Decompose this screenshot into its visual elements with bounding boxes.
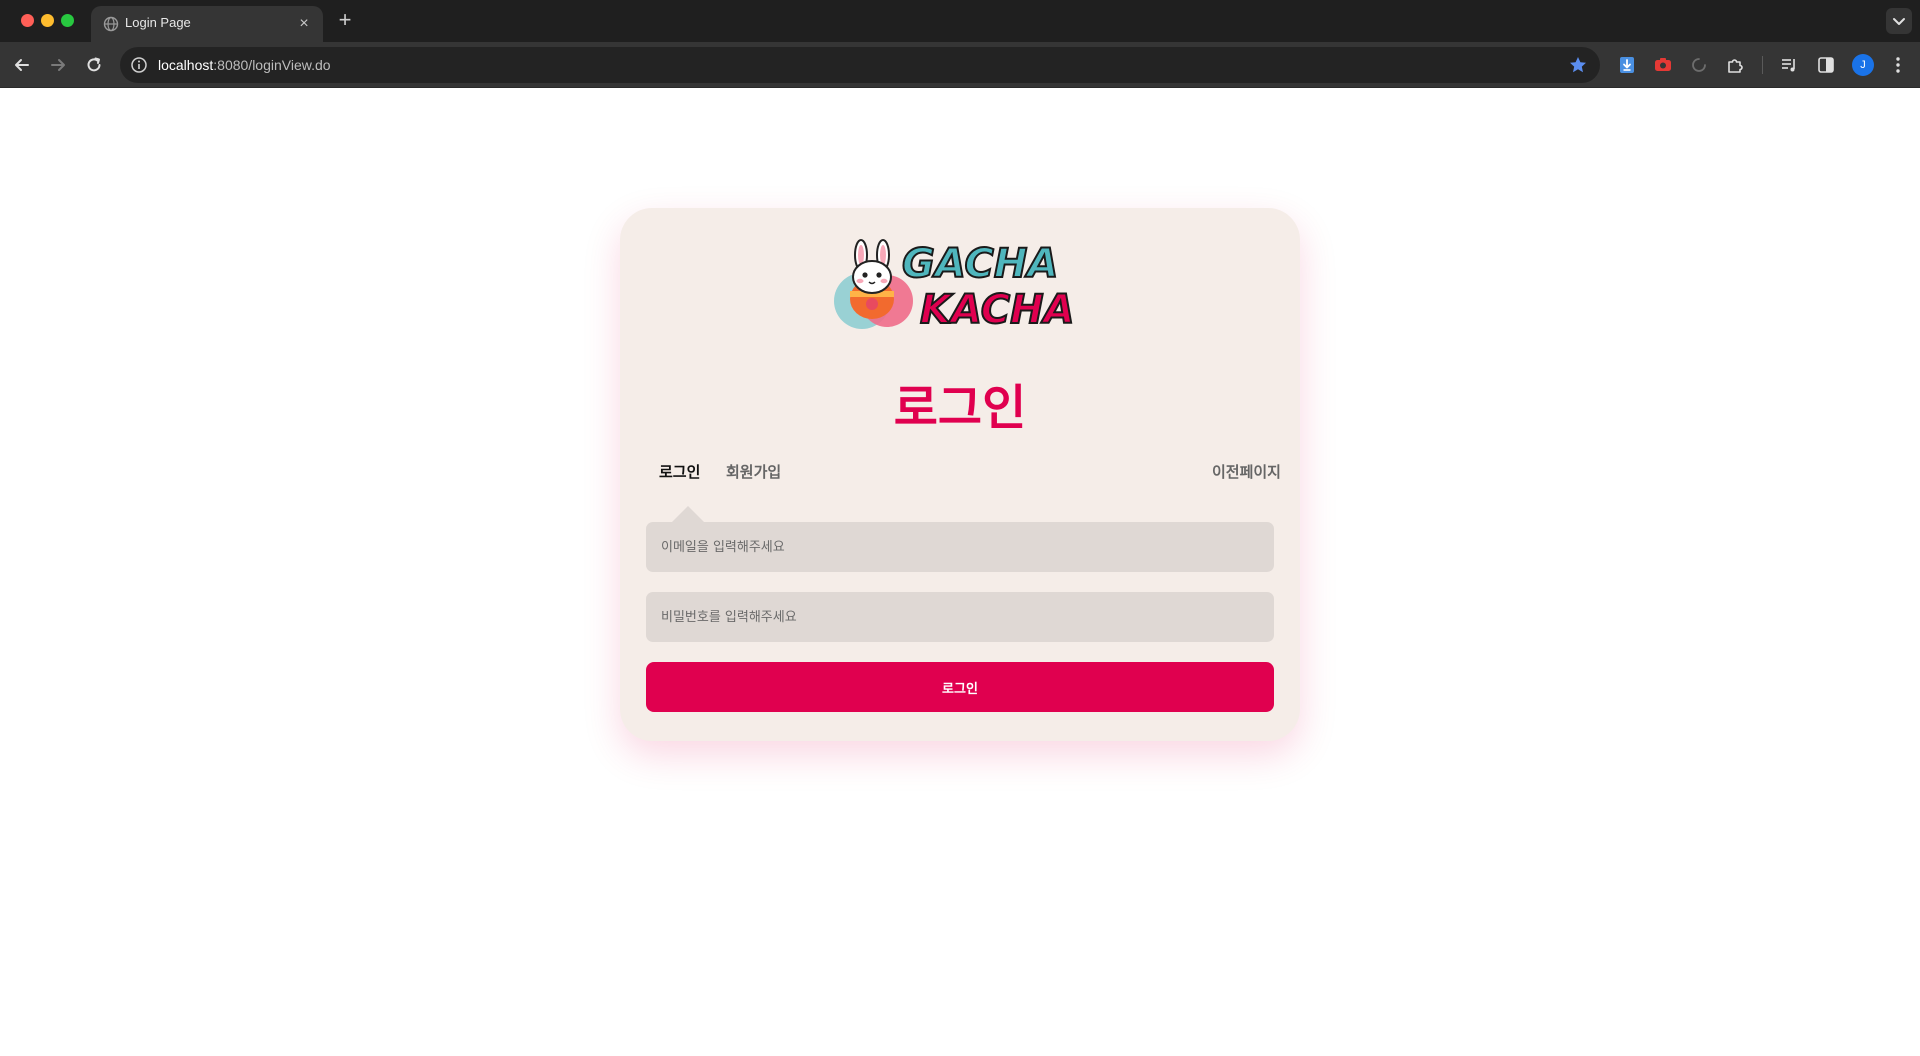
site-info-icon[interactable] <box>130 56 148 74</box>
browser-tab-bar: Login Page × + <box>0 0 1920 42</box>
password-field[interactable] <box>646 592 1274 642</box>
reload-icon[interactable] <box>83 54 105 76</box>
chevron-down-icon <box>1893 18 1905 25</box>
loading-spinner-icon[interactable] <box>1688 54 1710 76</box>
puzzle-extensions-icon[interactable] <box>1724 54 1746 76</box>
gachakacha-logo: GACHA KACHA <box>834 239 1076 333</box>
toolbar-separator <box>1762 56 1763 74</box>
profile-avatar[interactable]: J <box>1852 54 1874 76</box>
more-menu-icon[interactable] <box>1888 54 1908 76</box>
logo-text-line2: KACHA <box>920 287 1075 333</box>
email-field[interactable] <box>646 522 1274 572</box>
download-extension-icon[interactable] <box>1616 54 1638 76</box>
page-title: 로그인 <box>893 380 1027 436</box>
tab-close-icon[interactable]: × <box>295 15 313 33</box>
tab-signup[interactable]: 회원가입 <box>726 461 781 482</box>
url-path: :8080/loginView.do <box>213 57 331 73</box>
close-window-button[interactable] <box>21 14 34 27</box>
url-text[interactable]: localhost:8080/loginView.do <box>158 57 331 73</box>
back-arrow-icon[interactable] <box>11 54 33 76</box>
globe-icon <box>103 16 119 32</box>
bookmark-star-icon[interactable] <box>1568 55 1588 75</box>
forward-arrow-icon[interactable] <box>47 54 69 76</box>
tab-search-button[interactable] <box>1886 8 1912 34</box>
active-tab-indicator <box>672 506 704 522</box>
maximize-window-button[interactable] <box>61 14 74 27</box>
login-submit-button[interactable]: 로그인 <box>646 662 1274 712</box>
camera-extension-icon[interactable] <box>1652 54 1674 76</box>
url-host: localhost <box>158 57 214 73</box>
browser-toolbar: localhost:8080/loginView.do J <box>0 42 1920 88</box>
tab-login[interactable]: 로그인 <box>659 461 700 482</box>
tab-title: Login Page <box>125 15 191 30</box>
previous-page-link[interactable]: 이전페이지 <box>1212 461 1281 482</box>
side-panel-icon[interactable] <box>1815 54 1837 76</box>
browser-tab-active[interactable]: Login Page × <box>91 6 323 42</box>
address-bar[interactable]: localhost:8080/loginView.do <box>120 47 1600 83</box>
new-tab-button[interactable]: + <box>334 9 356 32</box>
logo-text-line1: GACHA <box>902 241 1058 287</box>
login-card: GACHA KACHA 로그인 로그인 회원가입 이전페이지 로그인 <box>620 208 1300 741</box>
media-control-icon[interactable] <box>1779 54 1801 76</box>
minimize-window-button[interactable] <box>41 14 54 27</box>
